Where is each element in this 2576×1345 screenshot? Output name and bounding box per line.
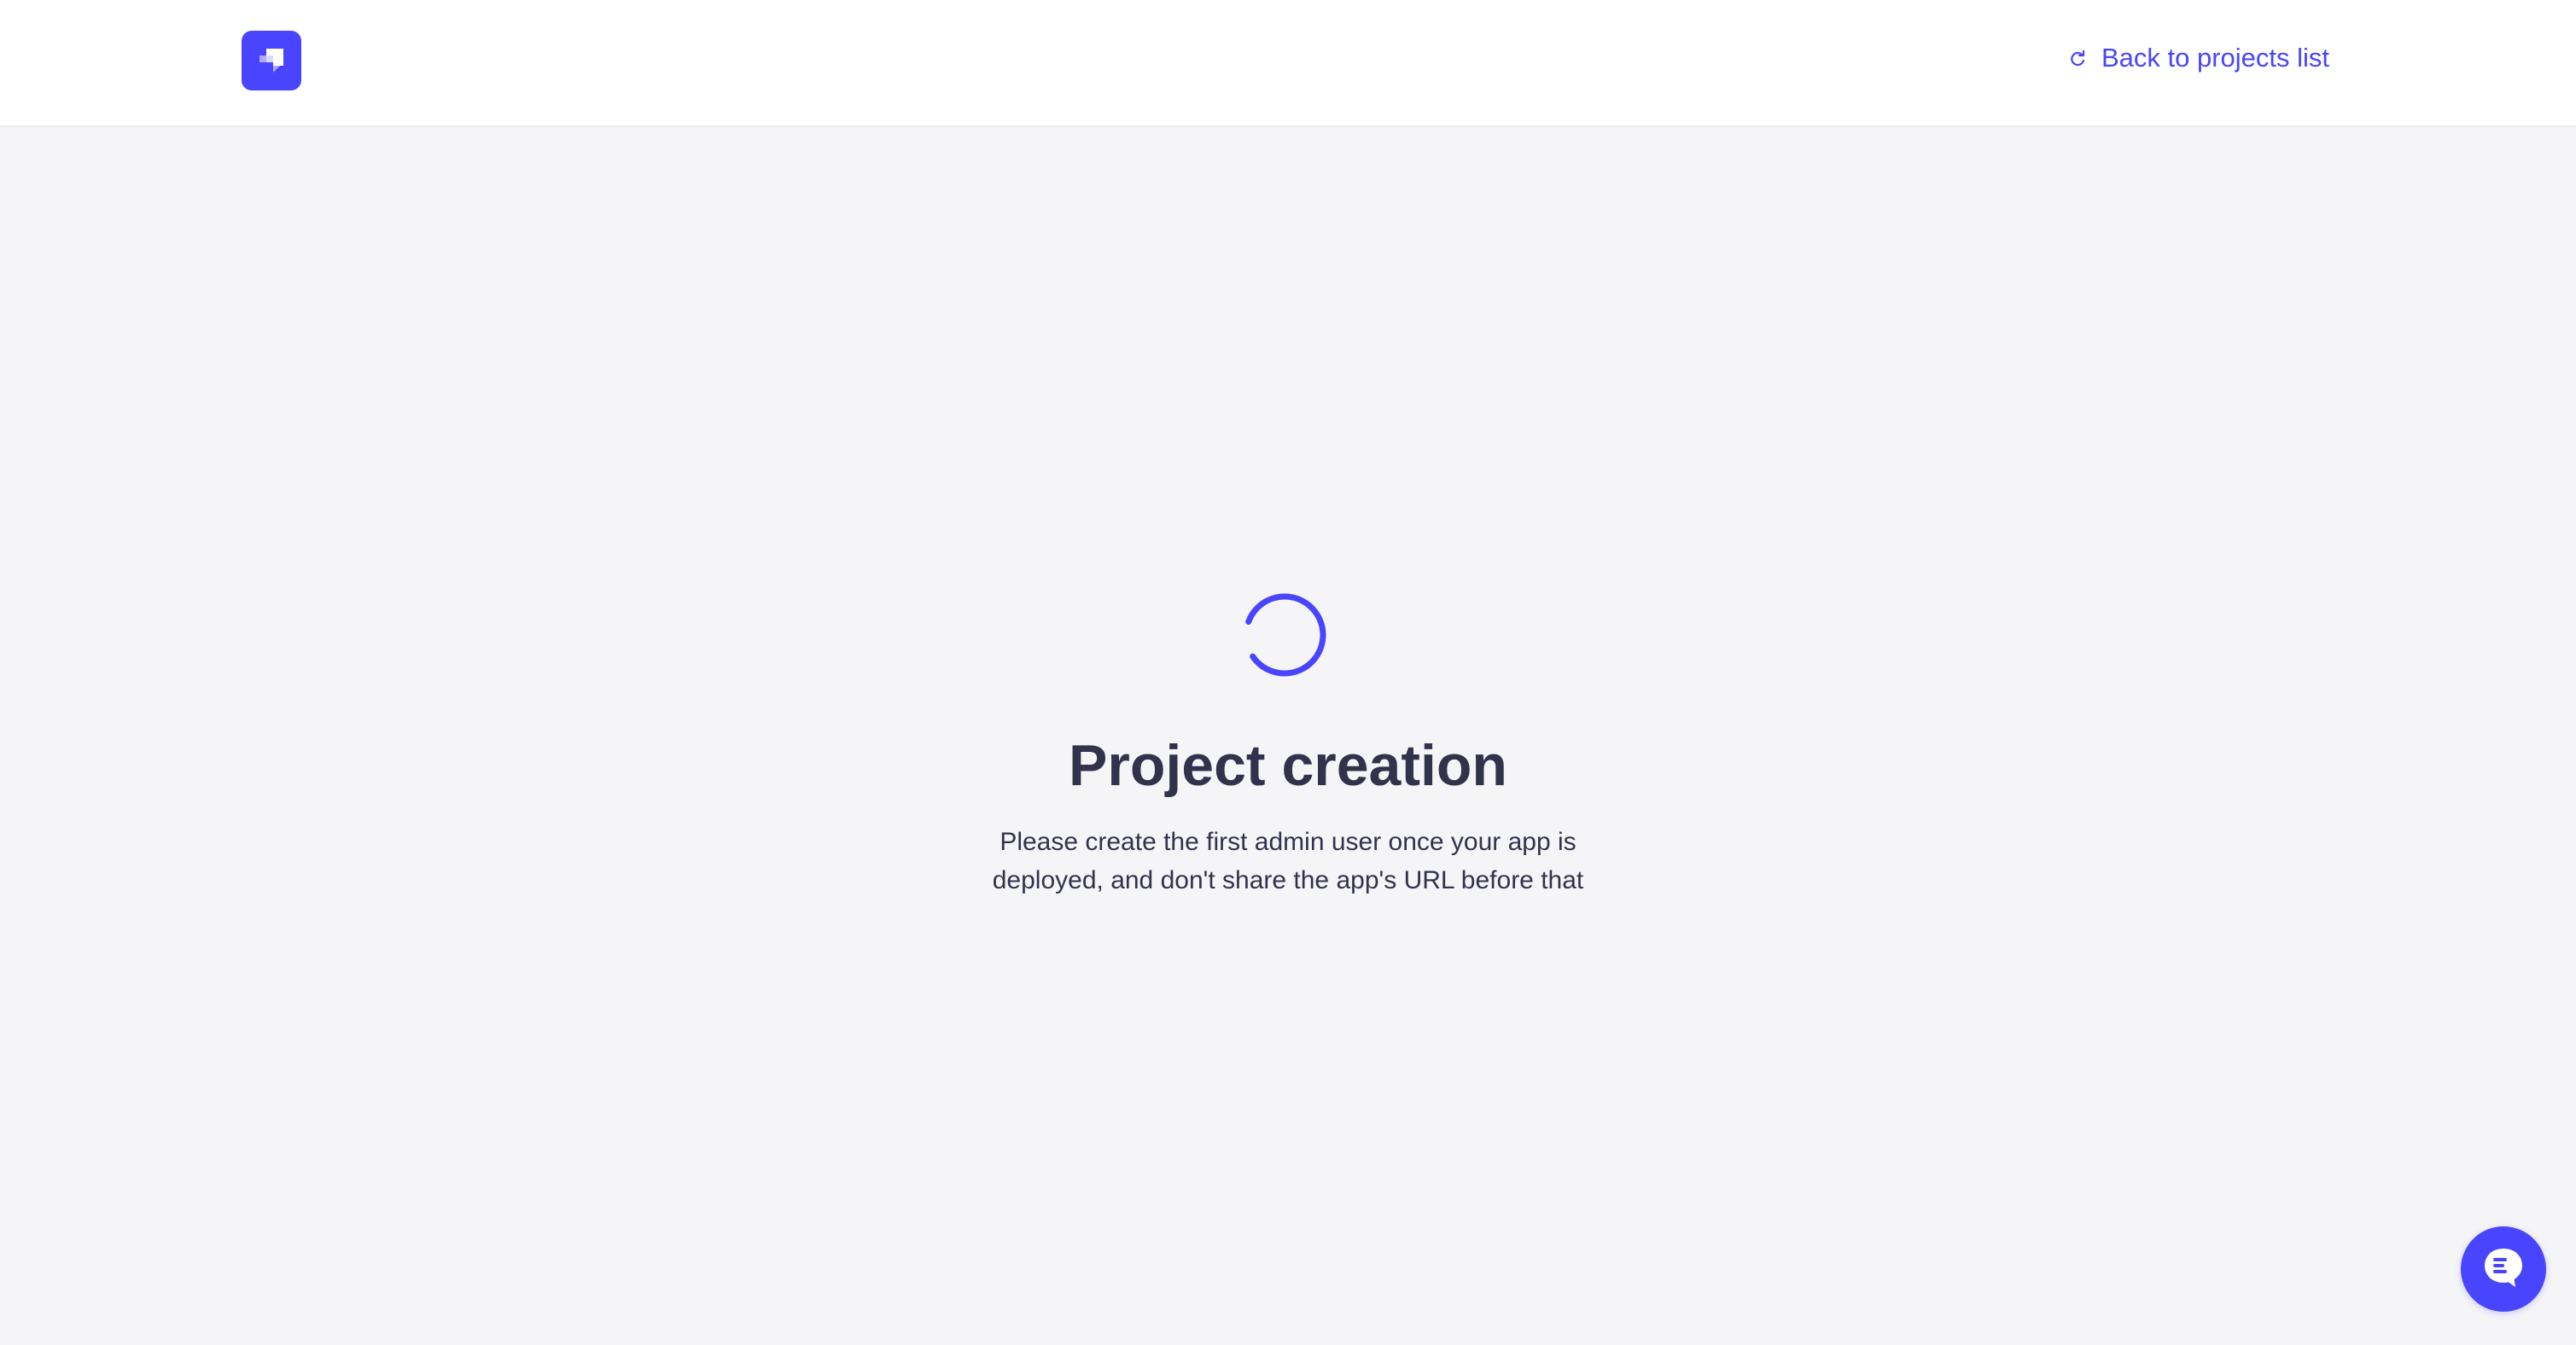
back-link-label: Back to projects list bbox=[2101, 43, 2329, 73]
top-bar: Back to projects list bbox=[0, 0, 2576, 127]
page-title: Project creation bbox=[1069, 733, 1507, 798]
redo-arrow-icon bbox=[2069, 49, 2088, 67]
loading-spinner-icon bbox=[1242, 592, 1327, 678]
page-description: Please create the first admin user once … bbox=[992, 828, 1584, 894]
strapi-logo-icon[interactable] bbox=[242, 31, 301, 90]
chat-bubble-icon bbox=[2481, 1245, 2526, 1294]
chat-button[interactable] bbox=[2461, 1226, 2546, 1312]
back-to-projects-link[interactable]: Back to projects list bbox=[2069, 43, 2329, 73]
